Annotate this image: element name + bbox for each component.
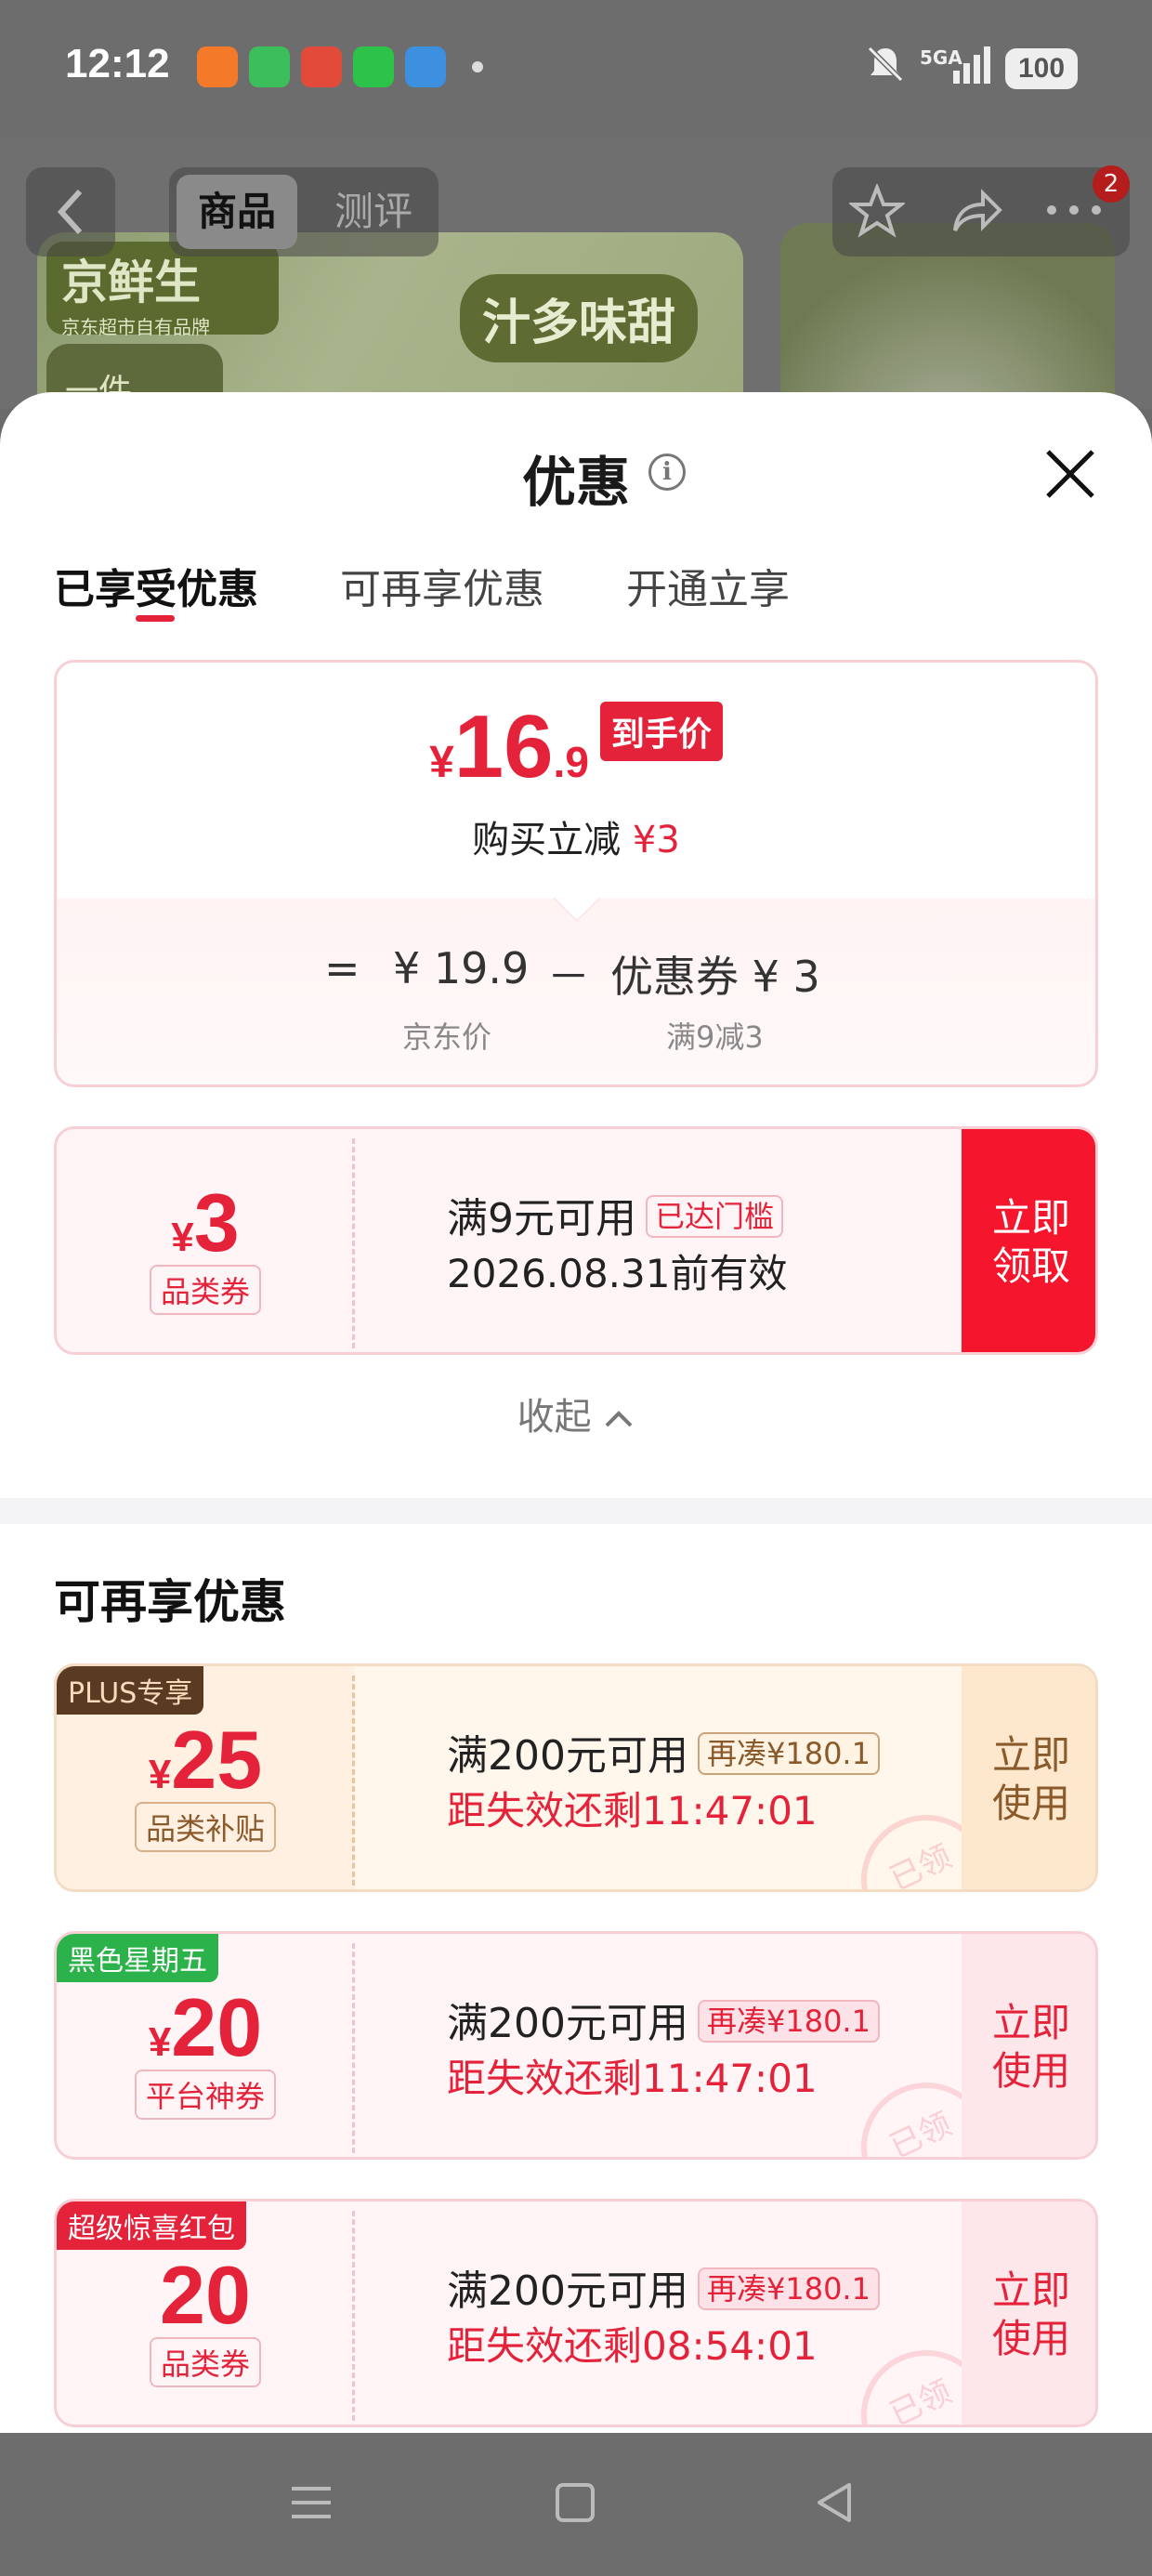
share-icon[interactable]	[948, 184, 1003, 240]
info-icon[interactable]: i	[648, 453, 686, 491]
coupon-corner-tag: 黑色星期五	[57, 1934, 218, 1982]
coupon-amount: ¥20	[148, 1981, 263, 2073]
coupon-type: 品类券	[57, 1265, 354, 1315]
battery-indicator: 100	[1005, 48, 1078, 89]
more-icon[interactable]	[1044, 199, 1104, 221]
back-nav-icon[interactable]	[812, 2479, 858, 2526]
chevron-up-icon	[605, 1411, 633, 1427]
coupon-threshold-chip: 再凑¥180.1	[697, 2000, 880, 2043]
coupon-condition: 满9元可用 已达门槛	[447, 1185, 784, 1244]
coupon-card: ¥3 品类券 满9元可用 已达门槛 2026.08.31前有效 立即 领取	[54, 1126, 1098, 1355]
tab-more[interactable]: 可再享优惠	[340, 556, 544, 615]
formula-minus: －	[547, 952, 590, 1002]
coupon-rule-label: 满9减3	[666, 1019, 764, 1055]
final-price-tag: 到手价	[599, 702, 723, 761]
back-icon	[57, 189, 83, 235]
status-bar: 12:12 5GA 100	[0, 0, 1152, 139]
more-section-title: 可再享优惠	[54, 1575, 286, 1629]
original-price-label: 京东价	[402, 1019, 492, 1055]
formula-equals: =	[324, 943, 360, 993]
formula-original-price: ¥ 19.9	[393, 943, 530, 993]
phone-notification-icon	[249, 46, 290, 87]
cart-count-badge: 2	[1093, 165, 1130, 203]
tab-enjoyed[interactable]: 已享受优惠	[54, 556, 258, 615]
status-time: 12:12	[65, 41, 170, 86]
coupon-amount: ¥25	[148, 1714, 263, 1806]
wechat-notification-icon	[353, 46, 394, 87]
final-price: ¥16.9到手价	[57, 696, 1095, 798]
section-divider	[0, 1498, 1152, 1524]
tab-indicator	[136, 615, 175, 622]
price-card: ¥16.9到手价 购买立减 ¥3 = ¥ 19.9 － 优惠券 ¥ 3 京东价 …	[54, 660, 1098, 1087]
coupon-threshold-chip: 再凑¥180.1	[697, 2267, 880, 2310]
coupon-countdown: 距失效还剩11:47:01	[447, 1788, 818, 1833]
coupon-card-plus: PLUS专享 ¥25 品类补贴 满200元可用 再凑¥180.1 距失效还剩11:…	[54, 1663, 1098, 1892]
mute-icon	[867, 46, 904, 83]
page-tabs: 商品 测评	[169, 167, 439, 256]
coupon-condition: 满200元可用 再凑¥180.1	[447, 2257, 880, 2317]
telegram-notification-icon	[405, 46, 446, 87]
back-button[interactable]	[26, 167, 115, 256]
system-nav-bar	[0, 2433, 1152, 2576]
coupon-expiry: 2026.08.31前有效	[447, 1251, 788, 1296]
coupon-countdown: 距失效还剩11:47:01	[447, 2056, 818, 2101]
tab-review[interactable]: 测评	[318, 175, 429, 249]
close-icon[interactable]	[1041, 444, 1100, 504]
coupon-card-black-friday: 黑色星期五 ¥20 平台神券 满200元可用 再凑¥180.1 距失效还剩11:4…	[54, 1931, 1098, 2160]
coupon-amount: ¥3	[171, 1176, 240, 1268]
game-notification-icon	[301, 46, 342, 87]
star-icon[interactable]	[849, 184, 905, 240]
formula-coupon: 优惠券 ¥ 3	[610, 952, 820, 1002]
tab-activate[interactable]: 开通立享	[626, 556, 790, 615]
coupon-card-red-packet: 超级惊喜红包 20 品类券 满200元可用 再凑¥180.1 距失效还剩08:54…	[54, 2199, 1098, 2427]
app-notification-icon	[197, 46, 238, 87]
product-slogan: 汁多味甜	[460, 274, 699, 362]
tab-product[interactable]: 商品	[177, 175, 297, 249]
discount-summary: 购买立减 ¥3	[472, 819, 680, 861]
coupon-type: 品类补贴	[57, 1802, 354, 1852]
coupon-corner-tag: PLUS专享	[57, 1666, 204, 1715]
coupon-type: 品类券	[57, 2337, 354, 2387]
coupon-type: 平台神券	[57, 2070, 354, 2120]
collapse-button[interactable]: 收起	[0, 1387, 1152, 1440]
discount-sheet: 优惠 i 已享受优惠 可再享优惠 开通立享 ¥16.9到手价 购买立减 ¥3 =…	[0, 392, 1152, 2437]
use-coupon-button[interactable]: 立即 使用	[962, 2201, 1095, 2425]
coupon-threshold-chip: 再凑¥180.1	[697, 1732, 880, 1775]
coupon-threshold-chip: 已达门槛	[646, 1195, 784, 1238]
coupon-condition: 满200元可用 再凑¥180.1	[447, 1722, 880, 1781]
use-coupon-button[interactable]: 立即 使用	[962, 1934, 1095, 2157]
claim-coupon-button[interactable]: 立即 领取	[962, 1129, 1095, 1352]
use-coupon-button[interactable]: 立即 使用	[962, 1666, 1095, 1889]
home-nav-icon[interactable]	[554, 2479, 596, 2526]
coupon-amount: 20	[160, 2249, 251, 2341]
coupon-countdown: 距失效还剩08:54:01	[447, 2323, 818, 2369]
coupon-condition: 满200元可用 再凑¥180.1	[447, 1990, 880, 2049]
menu-nav-icon[interactable]	[288, 2479, 334, 2526]
signal-icon	[953, 46, 990, 84]
sheet-title: 优惠	[521, 451, 630, 514]
coupon-corner-tag: 超级惊喜红包	[57, 2201, 246, 2250]
page-actions	[832, 167, 1130, 256]
more-notifications-dot	[472, 61, 483, 72]
